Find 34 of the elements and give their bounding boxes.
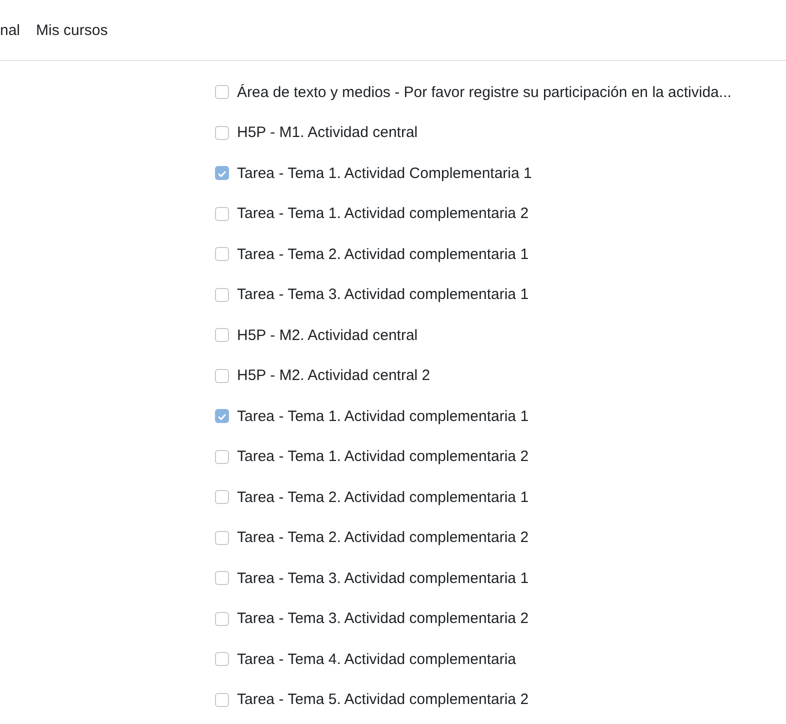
checkbox[interactable] — [215, 409, 229, 424]
activity-label: Tarea - Tema 2. Actividad complementaria 1 — [237, 246, 529, 263]
nav-link[interactable]: Mis cursos — [36, 22, 108, 38]
activity-label: Tarea - Tema 1. Actividad complementaria 2 — [237, 205, 529, 222]
activity-label: Tarea - Tema 2. Actividad complementaria 1 — [237, 488, 529, 506]
activity-label: H5P - M2. Actividad central — [237, 326, 418, 344]
activity-label: H5P - M2. Actividad central 2 — [237, 367, 430, 384]
checkbox[interactable] — [215, 247, 229, 262]
activity-label: Tarea - Tema 2. Actividad complementaria 2 — [237, 529, 529, 546]
activity-label: Tarea - Tema 3. Actividad complementaria 1 — [237, 286, 529, 304]
activity-label: Tarea - Tema 1. Actividad complementaria 2 — [237, 448, 529, 466]
checkbox[interactable] — [215, 368, 229, 383]
activity-label: Tarea - Tema 1. Actividad complementaria 1 — [237, 408, 529, 425]
activity-label: Tarea - Tema 5. Actividad complementaria 2 — [237, 691, 529, 708]
checkbox[interactable] — [215, 126, 229, 140]
checkbox[interactable] — [215, 288, 229, 302]
checkbox[interactable] — [215, 85, 229, 100]
checkbox[interactable] — [215, 450, 229, 464]
activity-label: Tarea - Tema 3. Actividad complementaria 1 — [237, 570, 529, 587]
checkbox[interactable] — [215, 530, 229, 545]
checkbox[interactable] — [215, 490, 229, 504]
activity-label: H5P - M1. Actividad central — [237, 124, 418, 142]
checkbox[interactable] — [215, 692, 229, 707]
checkbox[interactable] — [215, 652, 229, 666]
nav-link[interactable]: nal — [0, 22, 20, 38]
checkbox[interactable] — [215, 571, 229, 586]
activity-label: Área de texto y medios - Por favor registre su participación en la activida... — [237, 84, 732, 101]
checkbox[interactable] — [215, 166, 229, 180]
activity-label: Tarea - Tema 3. Actividad complementaria 2 — [237, 610, 529, 628]
checkbox[interactable] — [215, 328, 229, 342]
activity-label: Tarea - Tema 4. Actividad complementaria — [237, 650, 516, 668]
activity-label: Tarea - Tema 1. Actividad Complementaria 1 — [237, 164, 532, 182]
checkbox[interactable] — [215, 206, 229, 221]
checkbox[interactable] — [215, 612, 229, 626]
